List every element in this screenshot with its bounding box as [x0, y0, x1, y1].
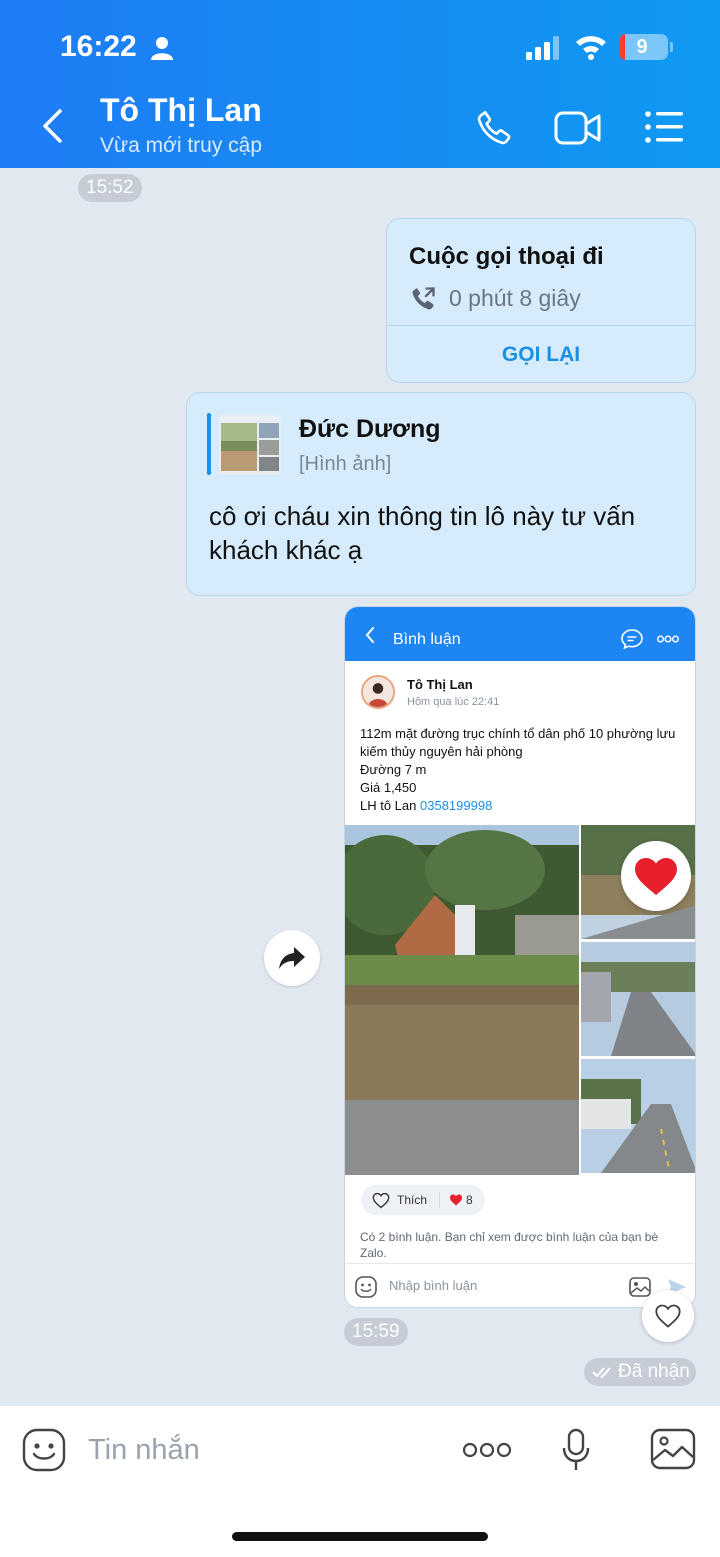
post-back-icon	[365, 627, 374, 643]
post-time: Hôm qua lúc 22:41	[407, 696, 500, 708]
signal-icon	[526, 36, 559, 60]
call-message-bubble: Cuộc gọi thoại đi 0 phút 8 giây GỌI LẠI	[386, 218, 696, 383]
image-icon[interactable]	[629, 1277, 651, 1297]
message-input[interactable]: Tin nhắn	[88, 1434, 200, 1467]
more-icon	[657, 635, 679, 643]
heart-icon	[635, 858, 677, 895]
post-line: LH tô Lan 0358199998	[360, 797, 690, 815]
heart-icon	[450, 1194, 462, 1206]
battery-level: 9	[636, 36, 648, 58]
battery-icon: 9	[620, 34, 668, 60]
post-line: 112m mặt đường trục chính tổ dân phố 10 …	[360, 726, 676, 759]
phone-link[interactable]: 0358199998	[420, 798, 492, 813]
video-call-icon[interactable]	[554, 110, 602, 146]
react-heart-button[interactable]	[642, 1290, 694, 1342]
post-author: Tô Thị Lan	[407, 677, 473, 692]
chat-header: 16:22 9 Tô Thị Lan Vừa mới truy cập	[0, 0, 720, 168]
like-button[interactable]: Thích 8	[361, 1185, 485, 1215]
contact-label: LH tô Lan	[360, 798, 420, 813]
call-duration: 0 phút 8 giây	[449, 285, 581, 311]
shared-post-card[interactable]: Bình luận Tô Thị Lan Hôm qua lúc 22:41 1…	[344, 606, 696, 1308]
comment-input[interactable]: Nhập bình luận	[389, 1278, 477, 1293]
forward-button[interactable]	[264, 930, 320, 986]
quote-bar	[207, 413, 211, 475]
more-options-icon[interactable]	[462, 1442, 512, 1458]
sticker-icon[interactable]	[22, 1428, 66, 1472]
contact-status: Vừa mới truy cập	[100, 134, 263, 157]
back-icon[interactable]	[40, 108, 64, 144]
menu-list-icon[interactable]	[644, 110, 684, 144]
message-text: cô ơi cháu xin thông tin lô này tư vấn k…	[209, 501, 636, 565]
post-photo-main[interactable]	[345, 825, 579, 1175]
comment-bar: Nhập bình luận	[345, 1263, 695, 1307]
outgoing-call-icon	[412, 287, 435, 310]
post-photo-side[interactable]	[581, 1059, 696, 1173]
double-check-icon	[592, 1367, 611, 1379]
time-chip: 15:52	[78, 174, 142, 202]
received-label: Đã nhận	[618, 1361, 690, 1382]
comment-icon	[621, 629, 643, 649]
post-body: 112m mặt đường trục chính tổ dân phố 10 …	[360, 725, 690, 815]
like-label: Thích	[397, 1193, 428, 1207]
post-topbar: Bình luận	[345, 607, 695, 661]
contact-name[interactable]: Tô Thị Lan	[100, 92, 262, 129]
comment-note: Có 2 bình luận. Bạn chỉ xem được bình lu…	[360, 1230, 659, 1260]
post-line: Đường 7 m	[360, 762, 427, 777]
post-topbar-title: Bình luận	[393, 631, 461, 648]
time-chip: 15:59	[344, 1318, 408, 1346]
divider	[387, 325, 695, 326]
quote-author: Đức Dương	[299, 415, 441, 443]
forward-icon	[279, 947, 305, 969]
emoji-icon[interactable]	[355, 1276, 377, 1298]
wifi-icon	[576, 36, 606, 60]
call-title: Cuộc gọi thoại đi	[409, 243, 604, 270]
post-photo-side[interactable]	[581, 942, 696, 1056]
call-again-button[interactable]: GỌI LẠI	[387, 343, 695, 367]
microphone-icon[interactable]	[562, 1428, 590, 1472]
heart-outline-icon	[372, 1192, 390, 1209]
person-icon	[151, 37, 173, 60]
home-indicator	[232, 1532, 488, 1541]
heart-outline-icon	[655, 1304, 681, 1328]
quote-type: [Hình ảnh]	[299, 453, 392, 475]
status-time: 16:22	[60, 30, 137, 63]
heart-reaction	[621, 841, 691, 911]
message-input-bar: Tin nhắn	[0, 1406, 720, 1557]
phone-call-icon[interactable]	[474, 108, 514, 148]
avatar	[361, 675, 395, 709]
quoted-message-bubble[interactable]: Đức Dương [Hình ảnh] cô ơi cháu xin thôn…	[186, 392, 696, 596]
quoted-image-thumbnail[interactable]	[219, 415, 281, 475]
heart-count: 8	[466, 1193, 473, 1207]
post-line: Giá 1,450	[360, 780, 417, 795]
gallery-icon[interactable]	[650, 1428, 696, 1470]
received-status-badge: Đã nhận	[584, 1358, 696, 1386]
